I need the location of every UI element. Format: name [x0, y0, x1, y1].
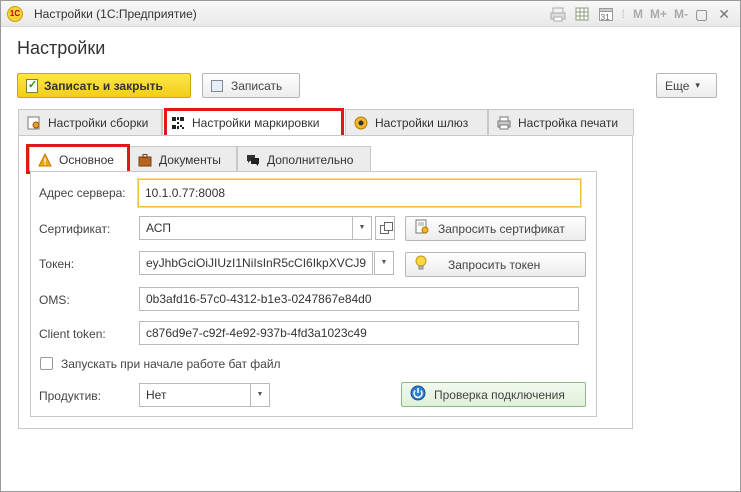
- check-connection-button[interactable]: Проверка подключения: [401, 382, 586, 407]
- briefcase-icon: [138, 153, 152, 167]
- save-label: Записать: [231, 78, 283, 93]
- toolbar-separator: ⁞: [621, 7, 626, 21]
- tab-print-settings[interactable]: Настройка печати: [488, 109, 634, 135]
- memory-button[interactable]: M: [633, 7, 643, 21]
- comments-icon: [246, 153, 260, 167]
- tab-additional-label: Дополнительно: [267, 152, 354, 167]
- more-label: Еще: [665, 78, 690, 93]
- tab-gateway-settings-label: Настройки шлюз: [375, 115, 469, 130]
- memory-minus-button[interactable]: M-: [674, 7, 688, 21]
- close-icon[interactable]: ✕: [718, 6, 730, 23]
- qr-code-icon: [171, 116, 185, 130]
- run-bat-checkbox[interactable]: [40, 357, 53, 370]
- productive-label: Продуктив:: [39, 389, 102, 403]
- oms-label: OMS:: [39, 293, 70, 307]
- certificate-dropdown-button[interactable]: ▼: [352, 216, 372, 240]
- save-button[interactable]: Записать: [202, 73, 300, 98]
- printer-icon: [497, 116, 511, 130]
- page-title: Настройки: [17, 38, 106, 58]
- power-icon: [410, 385, 426, 404]
- tab-additional[interactable]: Дополнительно: [237, 146, 371, 172]
- server-address-field[interactable]: 10.1.0.77:8008: [138, 179, 581, 207]
- disk-icon: [211, 79, 223, 92]
- tab-documents[interactable]: Документы: [129, 146, 237, 172]
- tab-main[interactable]: Основное: [29, 146, 129, 172]
- window-title: Настройки (1С:Предприятие): [34, 7, 197, 21]
- memory-plus-button[interactable]: M+: [650, 7, 667, 21]
- warning-icon: [38, 152, 52, 167]
- token-dropdown-button[interactable]: ▼: [374, 251, 394, 275]
- save-and-close-button[interactable]: Записать и закрыть: [17, 73, 191, 98]
- productive-field[interactable]: Нет: [139, 383, 251, 407]
- app-logo-icon: 1С: [7, 6, 23, 22]
- certificate-label: Сертификат:: [39, 222, 111, 236]
- app-window: 1С Настройки (1С:Предприятие) 31 ⁞ M M+ …: [0, 0, 741, 492]
- client-token-label: Client token:: [39, 327, 106, 341]
- oms-field[interactable]: 0b3afd16-57c0-4312-b1e3-0247867e84d0: [139, 287, 579, 311]
- calendar-day: 31: [600, 13, 610, 22]
- title-bar-tools: 31 ⁞ M M+ M- ▢ ✕: [550, 1, 740, 27]
- tab-gateway-settings[interactable]: Настройки шлюз: [345, 109, 488, 135]
- calendar-icon[interactable]: 31: [598, 6, 614, 22]
- tab-build-settings-label: Настройки сборки: [48, 115, 149, 130]
- token-label: Токен:: [39, 257, 75, 271]
- tab-build-settings[interactable]: Настройки сборки: [18, 109, 162, 135]
- run-bat-label[interactable]: Запускать при начале работе бат файл: [61, 357, 281, 371]
- save-document-icon: [26, 78, 38, 93]
- more-button[interactable]: Еще ▾: [656, 73, 717, 98]
- token-field[interactable]: eyJhbGciOiJIUzI1NiIsInR5cCI6IkpXVCJ9: [139, 251, 373, 275]
- lightbulb-icon: [414, 255, 428, 274]
- request-token-button[interactable]: Запросить токен: [405, 252, 586, 277]
- request-certificate-button[interactable]: Запросить сертификат: [405, 216, 586, 241]
- save-and-close-label: Записать и закрыть: [44, 78, 163, 93]
- chevron-down-icon: ▾: [695, 80, 700, 90]
- gateway-icon: [354, 116, 368, 130]
- certificate-field[interactable]: АСП: [139, 216, 353, 240]
- spreadsheet-icon[interactable]: [574, 6, 590, 22]
- request-certificate-label: Запросить сертификат: [438, 221, 565, 236]
- check-connection-label: Проверка подключения: [434, 387, 565, 402]
- tab-marking-settings[interactable]: Настройки маркировки: [162, 109, 343, 136]
- tab-marking-settings-label: Настройки маркировки: [192, 116, 320, 130]
- certificate-open-button[interactable]: [375, 216, 395, 240]
- tab-main-label: Основное: [59, 152, 114, 167]
- print-icon[interactable]: [550, 6, 566, 22]
- tab-print-settings-label: Настройка печати: [518, 115, 619, 130]
- server-address-label: Адрес сервера:: [39, 186, 126, 200]
- client-token-field[interactable]: c876d9e7-c92f-4e92-937b-4fd3a1023c49: [139, 321, 579, 345]
- title-bar: 1С Настройки (1С:Предприятие) 31 ⁞ M M+ …: [1, 1, 740, 27]
- productive-dropdown-button[interactable]: ▼: [250, 383, 270, 407]
- build-settings-icon: [27, 116, 41, 130]
- request-token-label: Запросить токен: [448, 257, 541, 272]
- restore-icon[interactable]: ▢: [695, 6, 708, 23]
- tab-documents-label: Документы: [159, 152, 221, 167]
- certificate-request-icon: [414, 219, 430, 238]
